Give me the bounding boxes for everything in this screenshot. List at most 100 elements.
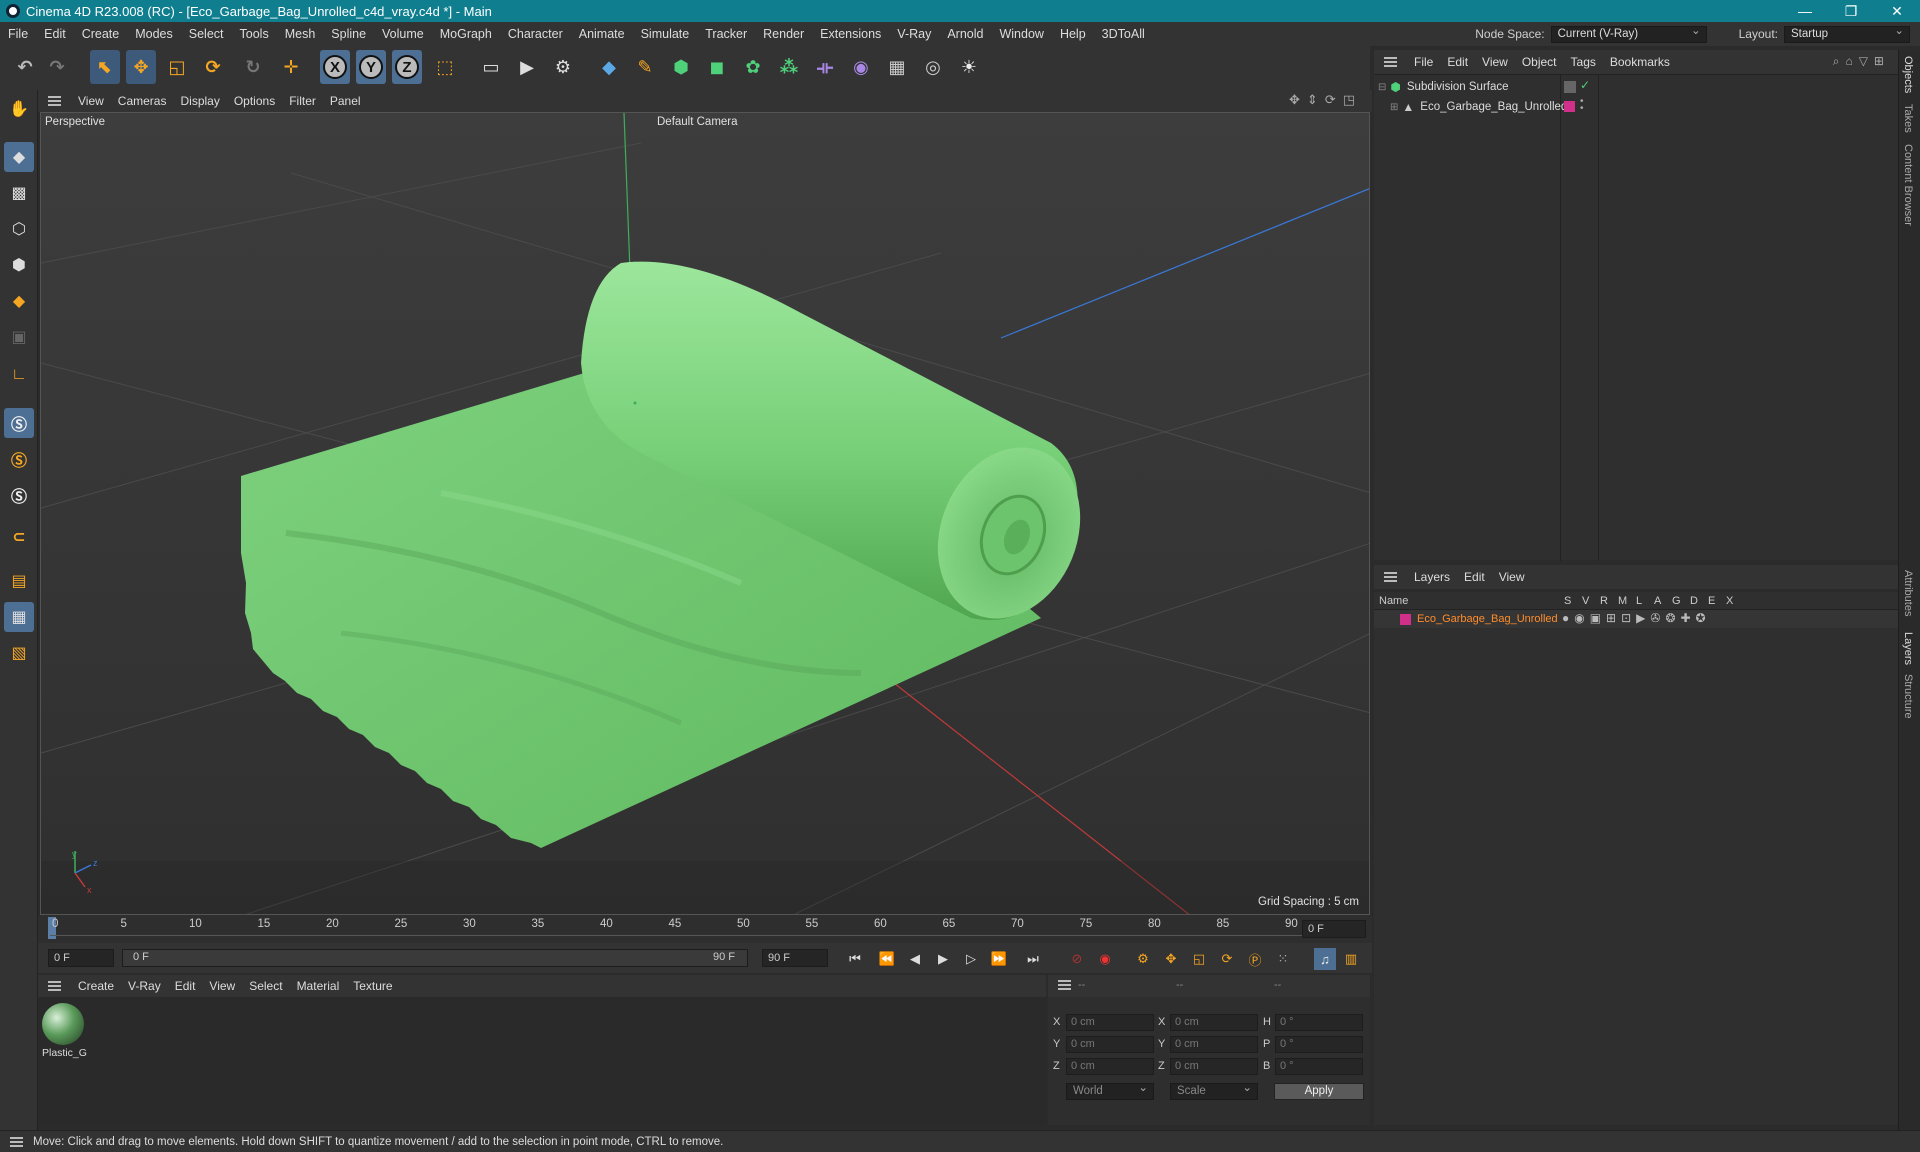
render-view-icon[interactable]: ▶ — [512, 50, 542, 84]
menu-mograph[interactable]: MoGraph — [432, 27, 500, 41]
deformer-icon[interactable]: ⟛ — [810, 50, 840, 84]
tab-attributes[interactable]: Attributes — [1902, 570, 1914, 616]
cloner-icon[interactable]: ✿ — [738, 50, 768, 84]
go-to-end-icon[interactable]: ⏭ — [1022, 948, 1044, 970]
tab-objects[interactable]: Objects — [1902, 56, 1914, 93]
coordinates-menu-icon[interactable] — [1058, 980, 1071, 990]
material-menu-texture[interactable]: Texture — [346, 979, 399, 993]
layer-row[interactable]: Eco_Garbage_Bag_Unrolled ●◉▣⊞⊡▶✇❂✚✪ — [1374, 610, 1898, 628]
floor-icon[interactable]: ▦ — [882, 50, 912, 84]
menu-tools[interactable]: Tools — [232, 27, 277, 41]
object-menu-bookmarks[interactable]: Bookmarks — [1603, 55, 1677, 69]
viewport-menu-panel[interactable]: Panel — [323, 94, 368, 108]
field-icon[interactable]: ◉ — [846, 50, 876, 84]
object-menu-edit[interactable]: Edit — [1440, 55, 1475, 69]
next-key-icon[interactable]: ⏩ — [988, 948, 1010, 970]
start-frame-field[interactable]: 0 F — [48, 949, 114, 967]
extrude-generator-icon[interactable]: ◼ — [702, 50, 732, 84]
snap-icon[interactable]: Ⓢ — [4, 408, 34, 438]
size-y-field[interactable]: 0 cm — [1170, 1036, 1258, 1053]
go-to-start-icon[interactable]: ⏮ — [844, 948, 866, 970]
camera-icon[interactable]: ◎ — [918, 50, 948, 84]
object-manager-tool-icons[interactable]: ⌕⌂▽⊞ — [1833, 54, 1890, 69]
subdivision-surface-icon[interactable]: ⬢ — [666, 50, 696, 84]
restore-button[interactable]: ❐ — [1828, 0, 1874, 22]
menu-tracker[interactable]: Tracker — [697, 27, 755, 41]
record-keys-icon[interactable]: ⊘ — [1066, 948, 1088, 970]
3d-viewport[interactable]: Perspective Default Camera Grid Spacing … — [40, 112, 1370, 915]
menu-help[interactable]: Help — [1052, 27, 1094, 41]
viewport-menu-options[interactable]: Options — [227, 94, 282, 108]
scale-tool-icon[interactable]: ◱ — [162, 50, 192, 84]
edges-mode-icon[interactable]: ⬢ — [4, 250, 34, 280]
size-z-field[interactable]: 0 cm — [1170, 1058, 1258, 1075]
coordinate-space-dropdown[interactable]: World — [1066, 1081, 1154, 1100]
node-space-dropdown[interactable]: Current (V-Ray) — [1550, 24, 1707, 43]
menu-simulate[interactable]: Simulate — [633, 27, 698, 41]
lock-workplane-icon[interactable]: ▧ — [4, 638, 34, 668]
viewport-camera-label[interactable]: Default Camera — [657, 116, 738, 128]
menu-animate[interactable]: Animate — [571, 27, 633, 41]
keyframe-selection-icon[interactable]: ⚙ — [1132, 948, 1154, 970]
live-selection-icon[interactable]: ⬉ — [90, 50, 120, 84]
collapse-icon[interactable]: ⊟ — [1378, 82, 1386, 93]
timeline-ruler[interactable]: 0 5 10 15 20 25 30 35 40 45 50 55 60 65 70 75 80 85 90 0 F — [38, 915, 1372, 943]
timeline-window-icon[interactable]: ▥ — [1340, 948, 1362, 970]
viewport-menu-display[interactable]: Display — [173, 94, 226, 108]
current-frame-field[interactable]: 0 F — [1302, 920, 1366, 938]
rotation-h-field[interactable]: 0 ° — [1275, 1014, 1363, 1031]
previous-frame-icon[interactable]: ◀ — [904, 948, 926, 970]
menu-modes[interactable]: Modes — [127, 27, 181, 41]
apply-button[interactable]: Apply — [1274, 1083, 1364, 1100]
viewport-menu-view[interactable]: View — [71, 94, 111, 108]
position-z-field[interactable]: 0 cm — [1066, 1058, 1154, 1075]
spline-pen-icon[interactable]: ✎ — [630, 50, 660, 84]
quantize-icon[interactable]: Ⓢ — [4, 480, 34, 510]
position-x-field[interactable]: 0 cm — [1066, 1014, 1154, 1031]
layer-menu-edit[interactable]: Edit — [1457, 570, 1492, 584]
object-row-subdivision-surface[interactable]: ⊟ ⬢ Subdivision Surface — [1378, 79, 1509, 95]
key-position-icon[interactable]: ✥ — [1160, 948, 1182, 970]
polygons-mode-icon[interactable]: ◆ — [4, 286, 34, 316]
viewport-navigation-icons[interactable]: ✥⇕⟳◳ — [1289, 92, 1362, 108]
viewport-menu-cameras[interactable]: Cameras — [111, 94, 174, 108]
menu-file[interactable]: File — [0, 27, 36, 41]
light-icon[interactable]: ☀ — [954, 50, 984, 84]
mograph-cloner-icon[interactable]: ⁂ — [774, 50, 804, 84]
position-y-field[interactable]: 0 cm — [1066, 1036, 1154, 1053]
magnet-icon[interactable]: ⊂ — [4, 522, 34, 552]
menu-select[interactable]: Select — [181, 27, 232, 41]
menu-3dtoall[interactable]: 3DToAll — [1094, 27, 1153, 41]
tab-structure[interactable]: Structure — [1902, 674, 1914, 719]
render-region-icon[interactable]: ▭ — [476, 50, 506, 84]
minimize-button[interactable]: — — [1782, 0, 1828, 22]
play-icon[interactable]: ▶ — [932, 948, 954, 970]
menu-render[interactable]: Render — [755, 27, 812, 41]
key-pla-icon[interactable]: ⁙ — [1272, 948, 1294, 970]
end-frame-field[interactable]: 90 F — [762, 949, 828, 967]
tab-content-browser[interactable]: Content Browser — [1902, 144, 1914, 226]
menu-create[interactable]: Create — [74, 27, 128, 41]
y-axis-lock-icon[interactable]: Y — [356, 50, 386, 84]
menu-volume[interactable]: Volume — [374, 27, 432, 41]
layer-color-swatch[interactable] — [1564, 101, 1575, 112]
object-menu-icon[interactable] — [1384, 57, 1397, 67]
motion-system-icon[interactable]: ♫ — [1314, 948, 1336, 970]
model-mode-icon[interactable]: ◆ — [4, 142, 34, 172]
layer-menu-icon[interactable] — [1384, 572, 1397, 582]
layer-menu-layers[interactable]: Layers — [1407, 570, 1457, 584]
make-editable-icon[interactable]: ✋ — [4, 94, 34, 124]
material-menu-material[interactable]: Material — [290, 979, 347, 993]
axis-mode-icon[interactable]: ∟ — [4, 360, 34, 390]
object-menu-view[interactable]: View — [1475, 55, 1515, 69]
menu-edit[interactable]: Edit — [36, 27, 74, 41]
menu-arnold[interactable]: Arnold — [939, 27, 991, 41]
layer-tag-icon[interactable] — [1564, 81, 1576, 93]
viewport-menu-icon[interactable] — [48, 96, 61, 106]
tab-takes[interactable]: Takes — [1902, 104, 1914, 133]
key-scale-icon[interactable]: ◱ — [1188, 948, 1210, 970]
material-menu-view[interactable]: View — [202, 979, 242, 993]
grid-icon[interactable]: ▦ — [4, 602, 34, 632]
enabled-check-icon[interactable]: ✓ — [1580, 78, 1590, 92]
transform-tool-icon[interactable]: ✛ — [276, 50, 306, 84]
